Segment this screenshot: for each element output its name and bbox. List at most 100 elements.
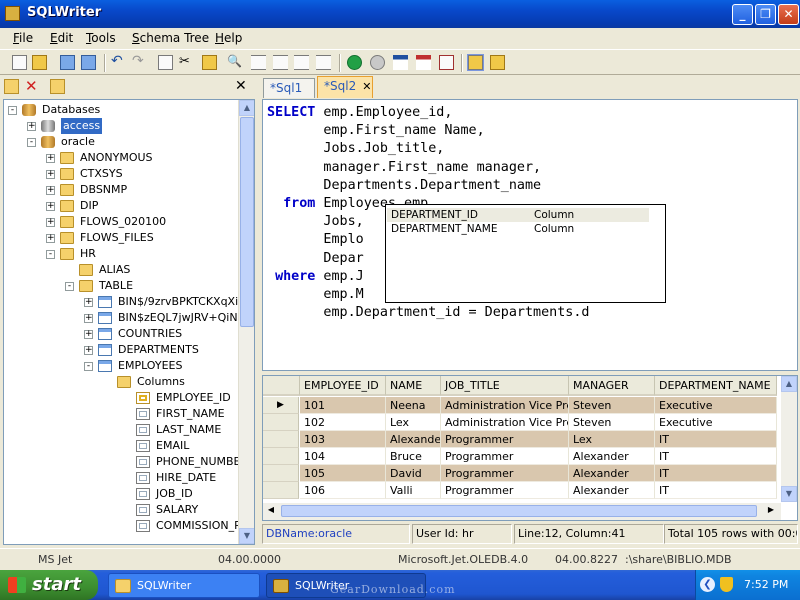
- outdent-icon[interactable]: [273, 55, 288, 70]
- row-indicator[interactable]: [263, 465, 299, 482]
- scroll-down-icon[interactable]: ▼: [781, 486, 797, 502]
- grid-cell[interactable]: Programmer: [441, 482, 569, 499]
- grid-cell[interactable]: IT: [655, 448, 777, 465]
- grid-cell[interactable]: IT: [655, 482, 777, 499]
- text-view-icon[interactable]: [490, 55, 505, 70]
- grid-column-header[interactable]: EMPLOYEE_ID: [300, 376, 386, 396]
- grid-cell[interactable]: Alexander: [569, 448, 655, 465]
- stop-icon[interactable]: [370, 55, 385, 70]
- grid-cell[interactable]: Executive: [655, 414, 777, 431]
- delete-icon[interactable]: ✕: [25, 79, 40, 94]
- collapse-icon[interactable]: -: [27, 138, 36, 147]
- grid-cell[interactable]: 102: [300, 414, 386, 431]
- expand-icon[interactable]: +: [84, 314, 93, 323]
- find-icon[interactable]: 🔍: [227, 55, 242, 70]
- grid-cell[interactable]: 104: [300, 448, 386, 465]
- menu-help[interactable]: Help: [215, 31, 242, 45]
- scroll-down-icon[interactable]: ▼: [239, 528, 254, 544]
- grid-cell[interactable]: Valli: [386, 482, 441, 499]
- grid-cell[interactable]: Programmer: [441, 448, 569, 465]
- import-icon[interactable]: [393, 55, 408, 70]
- clock[interactable]: 7:52 PM: [744, 578, 788, 591]
- menu-file[interactable]: File: [13, 31, 33, 45]
- grid-column-header[interactable]: MANAGER: [569, 376, 655, 396]
- grid-cell[interactable]: David: [386, 465, 441, 482]
- redo-icon[interactable]: ↷: [132, 54, 147, 70]
- results-grid[interactable]: EMPLOYEE_ID NAME JOB_TITLE MANAGER DEPARTMEN…: [262, 375, 798, 521]
- grid-cell[interactable]: Lex: [569, 431, 655, 448]
- autocomplete-item[interactable]: DEPARTMENT_ID Column: [387, 208, 649, 222]
- undo-icon[interactable]: ↶: [111, 54, 126, 70]
- grid-cell[interactable]: 101: [300, 397, 386, 414]
- scroll-up-icon[interactable]: ▲: [239, 100, 254, 116]
- panel-splitter[interactable]: [256, 76, 260, 546]
- minimize-button[interactable]: _: [732, 4, 753, 25]
- grid-cell[interactable]: Neena: [386, 397, 441, 414]
- grid-cell[interactable]: Steven: [569, 414, 655, 431]
- copy-icon[interactable]: [158, 55, 173, 70]
- row-indicator[interactable]: [263, 431, 299, 448]
- tray-arrow-icon[interactable]: ❮: [700, 577, 715, 592]
- cut-icon[interactable]: ✂: [179, 55, 194, 70]
- grid-column-header[interactable]: NAME: [386, 376, 441, 396]
- grid-cell[interactable]: Programmer: [441, 431, 569, 448]
- menu-tools[interactable]: Tools: [86, 31, 116, 45]
- new-file-icon[interactable]: [12, 55, 27, 70]
- grid-view-icon[interactable]: [467, 54, 484, 71]
- grid-cell[interactable]: 106: [300, 482, 386, 499]
- grid-cell[interactable]: 103: [300, 431, 386, 448]
- tab-sql2[interactable]: *Sql2 ✕: [317, 76, 373, 98]
- grid-cell[interactable]: Programmer: [441, 465, 569, 482]
- uncomment-icon[interactable]: [316, 55, 331, 70]
- grid-cell[interactable]: Administration Vice Pres: [441, 397, 569, 414]
- close-panel-icon[interactable]: ✕: [235, 79, 250, 94]
- expand-icon[interactable]: +: [46, 218, 55, 227]
- start-button[interactable]: start: [0, 570, 98, 600]
- grid-column-header[interactable]: JOB_TITLE: [441, 376, 569, 396]
- collapse-icon[interactable]: -: [8, 106, 17, 115]
- grid-cell[interactable]: Steven: [569, 397, 655, 414]
- comment-icon[interactable]: [294, 55, 309, 70]
- tree-scrollbar[interactable]: ▲ ▼: [238, 100, 254, 544]
- row-indicator[interactable]: [263, 414, 299, 431]
- collapse-icon[interactable]: -: [84, 362, 93, 371]
- refresh-icon[interactable]: [50, 79, 65, 94]
- expand-icon[interactable]: +: [46, 234, 55, 243]
- grid-cell[interactable]: 105: [300, 465, 386, 482]
- scroll-thumb[interactable]: [281, 505, 757, 517]
- title-bar[interactable]: SQLWriter _ ❐ ✕: [0, 0, 800, 28]
- paste-icon[interactable]: [202, 55, 217, 70]
- grid-cell[interactable]: IT: [655, 465, 777, 482]
- collapse-icon[interactable]: -: [65, 282, 74, 291]
- menu-schema-tree[interactable]: Schema Tree: [132, 31, 209, 45]
- grid-cell[interactable]: Alexander: [569, 465, 655, 482]
- expand-icon[interactable]: +: [46, 154, 55, 163]
- collapse-icon[interactable]: -: [46, 250, 55, 259]
- expand-icon[interactable]: +: [46, 186, 55, 195]
- export-icon[interactable]: [416, 55, 431, 70]
- scroll-right-icon[interactable]: ▶: [763, 503, 779, 519]
- grid-cell[interactable]: Alexander: [386, 431, 441, 448]
- open-folder-icon[interactable]: [32, 55, 47, 70]
- grid-column-header[interactable]: DEPARTMENT_NAME: [655, 376, 777, 396]
- expand-icon[interactable]: +: [46, 170, 55, 179]
- grid-horizontal-scrollbar[interactable]: ◀ ▶: [263, 503, 781, 520]
- add-connection-icon[interactable]: [4, 79, 19, 94]
- scroll-up-icon[interactable]: ▲: [781, 376, 797, 392]
- indent-icon[interactable]: [251, 55, 266, 70]
- execute-icon[interactable]: [347, 55, 362, 70]
- scroll-thumb[interactable]: [240, 117, 254, 327]
- save-icon[interactable]: [60, 55, 75, 70]
- row-indicator[interactable]: [263, 482, 299, 499]
- maximize-button[interactable]: ❐: [755, 4, 776, 25]
- grid-cell[interactable]: Lex: [386, 414, 441, 431]
- row-indicator[interactable]: [263, 448, 299, 465]
- expand-icon[interactable]: +: [84, 346, 93, 355]
- grid-cell[interactable]: Executive: [655, 397, 777, 414]
- grid-cell[interactable]: Administration Vice Pres: [441, 414, 569, 431]
- grid-cell[interactable]: IT: [655, 431, 777, 448]
- tab-sql1[interactable]: *Sql1: [263, 78, 315, 98]
- expand-icon[interactable]: +: [27, 122, 36, 131]
- tab-close-icon[interactable]: ✕: [362, 80, 371, 93]
- expand-icon[interactable]: +: [84, 330, 93, 339]
